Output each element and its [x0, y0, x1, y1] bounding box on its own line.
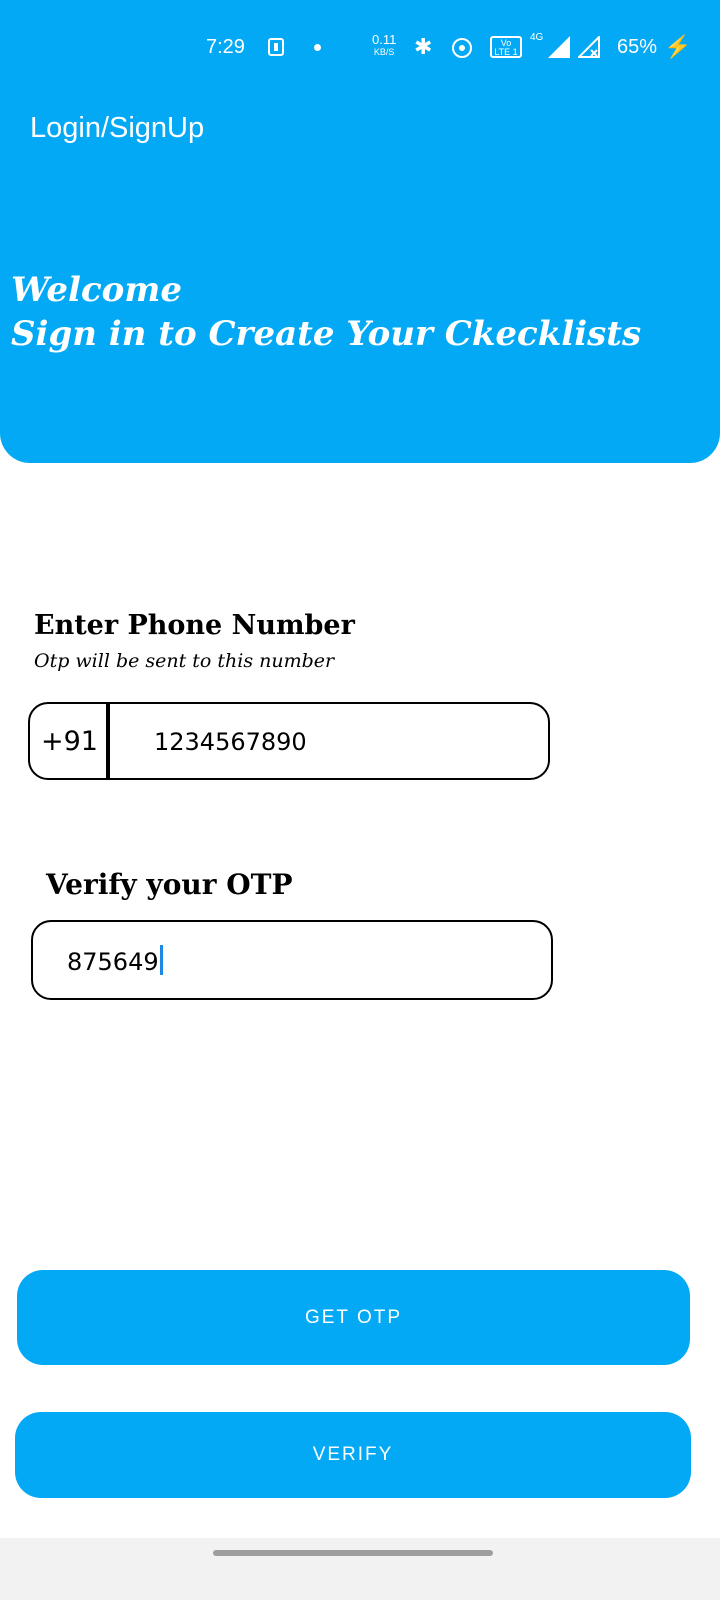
otp-input[interactable]: 875649: [31, 920, 553, 1000]
network-speed: 0.11 KB/S: [372, 32, 397, 58]
status-bar: 7:29 0.11 KB/S ✱ Vo LTE 1 4G 65% ⚡: [0, 30, 720, 64]
volte-icon: Vo LTE 1: [490, 36, 522, 58]
app-title: Login/SignUp: [30, 112, 205, 144]
hotspot-icon: [452, 38, 472, 58]
navigation-bar: [0, 1538, 720, 1600]
charging-icon: ⚡: [664, 34, 692, 59]
welcome-line-2: Sign in to Create Your Ckecklists: [11, 314, 642, 354]
header: 7:29 0.11 KB/S ✱ Vo LTE 1 4G 65% ⚡ Login…: [0, 0, 720, 463]
otp-value: 875649: [67, 948, 159, 976]
bluetooth-icon: ✱: [414, 34, 433, 59]
speed-value: 0.11: [372, 32, 397, 47]
phone-hint: Otp will be sent to this number: [34, 650, 335, 672]
phone-label: Enter Phone Number: [34, 610, 355, 641]
welcome-text: Welcome Sign in to Create Your Ckecklist…: [11, 268, 641, 356]
text-cursor: [159, 945, 163, 975]
verify-button[interactable]: VERIFY: [15, 1412, 691, 1498]
country-code-divider: [106, 704, 110, 778]
phone-input[interactable]: +91 1234567890: [28, 702, 550, 780]
otp-field[interactable]: 875649: [67, 945, 163, 976]
otp-label: Verify your OTP: [46, 868, 293, 901]
country-code[interactable]: +91: [41, 726, 98, 757]
battery-level: 65%: [617, 36, 658, 58]
download-icon: [268, 38, 284, 56]
signal-icon: [548, 36, 570, 58]
network-type: 4G: [530, 32, 544, 43]
phone-number-field[interactable]: 1234567890: [154, 728, 307, 756]
home-gesture-bar[interactable]: [213, 1550, 493, 1556]
signal-x-icon: [578, 36, 600, 58]
get-otp-button[interactable]: GET OTP: [17, 1270, 690, 1365]
dot-icon: [314, 44, 321, 51]
speed-unit: KB/S: [373, 47, 395, 57]
status-time: 7:29: [206, 36, 245, 58]
welcome-line-1: Welcome: [11, 270, 182, 310]
